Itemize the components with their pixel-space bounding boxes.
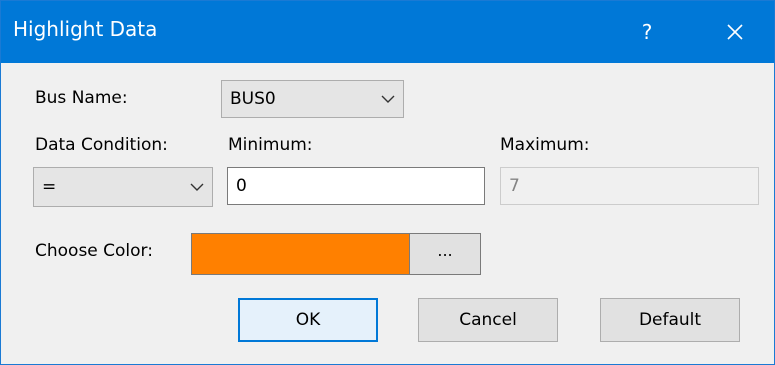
bus-name-label: Bus Name: <box>35 88 128 108</box>
help-button[interactable]: ? <box>629 13 665 51</box>
minimum-input[interactable]: 0 <box>227 167 485 205</box>
bus-name-value: BUS0 <box>230 89 276 109</box>
color-picker-button[interactable]: ... <box>409 233 481 275</box>
title-bar[interactable]: Highlight Data ? <box>1 1 774 63</box>
minimum-label: Minimum: <box>228 135 313 155</box>
dialog-title: Highlight Data <box>13 17 158 41</box>
cancel-button[interactable]: Cancel <box>418 298 558 342</box>
highlight-data-dialog: Highlight Data ? Bus Name: BUS0 Data Con… <box>0 0 775 365</box>
maximum-input: 7 <box>500 167 759 205</box>
bus-name-select[interactable]: BUS0 <box>221 80 404 118</box>
color-swatch[interactable] <box>191 233 409 275</box>
ok-button[interactable]: OK <box>238 298 378 342</box>
maximum-label: Maximum: <box>500 135 590 155</box>
default-button[interactable]: Default <box>600 298 740 342</box>
chevron-down-icon <box>381 95 395 103</box>
data-condition-select[interactable]: = <box>33 167 213 207</box>
close-icon <box>727 24 743 40</box>
close-button[interactable] <box>717 15 753 49</box>
data-condition-value: = <box>42 177 57 197</box>
data-condition-label: Data Condition: <box>35 135 168 155</box>
choose-color-label: Choose Color: <box>35 241 153 261</box>
chevron-down-icon <box>190 183 204 191</box>
